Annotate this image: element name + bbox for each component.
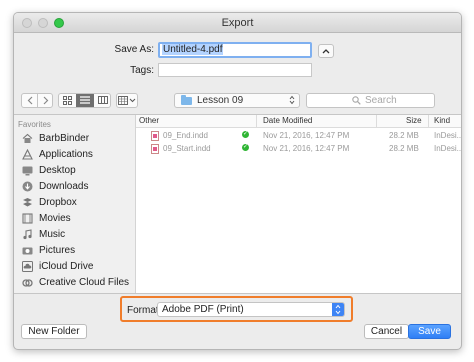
view-mode-control [58,93,111,108]
checkmark-icon: ✓ [242,144,249,151]
file-name: 09_End.indd [163,131,208,140]
format-select[interactable]: Adobe PDF (Print) [157,302,345,317]
file-name: 09_Start.indd [163,144,211,153]
sidebar-item-desktop[interactable]: Desktop [22,164,134,178]
column-view-button[interactable] [94,94,111,107]
sidebar-item-dropbox[interactable]: Dropbox [22,196,134,210]
desktop-icon [22,166,33,176]
file-kind: InDesi... [434,131,462,140]
sidebar-item-label: iCloud Drive [39,261,94,272]
column-header-kind[interactable]: Kind [434,116,450,125]
new-folder-button[interactable]: New Folder [21,324,87,339]
format-value: Adobe PDF (Print) [162,304,244,315]
sidebar-item-icloud-drive[interactable]: iCloud Drive [22,260,134,274]
file-size: 28.2 MB [389,131,419,140]
table-row[interactable]: 09_End.indd ✓ Nov 21, 2016, 12:47 PM 28.… [136,130,461,142]
file-list: Other Date Modified Size Kind 09_End.ind… [136,115,461,293]
file-kind: InDesi... [434,144,462,153]
sidebar-item-movies[interactable]: Movies [22,212,134,226]
cover-flow-icon [118,96,136,105]
column-header-size[interactable]: Size [406,116,422,125]
export-dialog: Export Save As: Untitled-4.pdf Tags: Les… [13,12,462,350]
back-button[interactable] [22,94,37,107]
folder-icon [181,95,192,105]
dropbox-icon [23,198,32,207]
updown-arrows-icon [332,303,344,316]
sidebar-heading: Favorites [18,120,51,129]
sidebar-item-label: Downloads [39,181,89,192]
column-header-other[interactable]: Other [139,116,159,125]
movies-icon [22,213,33,224]
sidebar: Favorites BarbBinder Applications Deskto… [14,115,136,293]
list-view-button[interactable] [76,94,94,107]
search-icon [352,96,361,105]
chevron-up-icon [322,49,330,54]
indesign-file-icon [151,131,159,141]
column-separator [376,115,377,128]
title-bar: Export [14,13,461,33]
indesign-file-icon [151,144,159,154]
window-title: Export [221,17,254,29]
updown-arrows-icon [289,95,295,106]
tags-label: Tags: [130,65,154,76]
back-forward-control [21,93,53,108]
creative-cloud-icon [22,279,33,287]
pictures-icon [22,247,33,255]
tags-input[interactable] [158,63,312,77]
checkmark-icon: ✓ [242,131,249,138]
sidebar-item-pictures[interactable]: Pictures [22,244,134,258]
sidebar-item-label: Movies [39,213,71,224]
column-separator [256,115,257,128]
downloads-icon [22,181,33,192]
sidebar-item-label: Desktop [39,165,76,176]
sidebar-item-label: BarbBinder [39,133,90,144]
list-view-icon [80,96,90,104]
icon-view-icon [63,96,72,105]
sidebar-item-label: Creative Cloud Files [39,277,130,288]
sidebar-item-music[interactable]: Music [22,228,134,242]
music-icon [23,229,32,240]
location-popup[interactable]: Lesson 09 [174,93,300,108]
column-separator [428,115,429,128]
chevron-right-icon [43,96,48,105]
sidebar-item-label: Pictures [39,245,76,256]
sidebar-item-downloads[interactable]: Downloads [22,180,134,194]
column-header-row: Other Date Modified Size Kind [136,115,461,128]
sidebar-item-label: Dropbox [39,197,77,208]
sidebar-item-creative-cloud-files[interactable]: Creative Cloud Files [22,276,134,290]
column-header-date-modified[interactable]: Date Modified [263,116,312,125]
forward-button[interactable] [38,94,53,107]
save-button[interactable]: Save [408,324,451,339]
file-date: Nov 21, 2016, 12:47 PM [263,131,350,140]
sidebar-item-applications[interactable]: Applications [22,148,134,162]
location-label: Lesson 09 [197,95,244,106]
sidebar-item-barbbinder[interactable]: BarbBinder [22,132,134,146]
home-icon [22,133,33,143]
sidebar-item-label: Music [39,229,66,240]
icon-view-button[interactable] [59,94,76,107]
search-placeholder: Search [365,95,397,106]
cloud-icon [22,261,33,272]
file-size: 28.2 MB [389,144,419,153]
cancel-button[interactable]: Cancel [364,324,409,339]
chevron-left-icon [27,96,32,105]
column-view-icon [97,96,108,104]
sidebar-item-label: Applications [39,149,93,160]
file-date: Nov 21, 2016, 12:47 PM [263,144,350,153]
file-browser: Favorites BarbBinder Applications Deskto… [14,114,461,294]
save-as-label: Save As: [114,44,154,55]
arrange-menu-button[interactable] [116,93,138,108]
save-as-value: Untitled-4.pdf [162,44,224,55]
search-field[interactable]: Search [306,93,435,108]
applications-icon [22,149,33,160]
save-as-input[interactable]: Untitled-4.pdf [158,42,312,58]
table-row[interactable]: 09_Start.indd ✓ Nov 21, 2016, 12:47 PM 2… [136,143,461,155]
collapse-dialog-button[interactable] [318,44,334,58]
